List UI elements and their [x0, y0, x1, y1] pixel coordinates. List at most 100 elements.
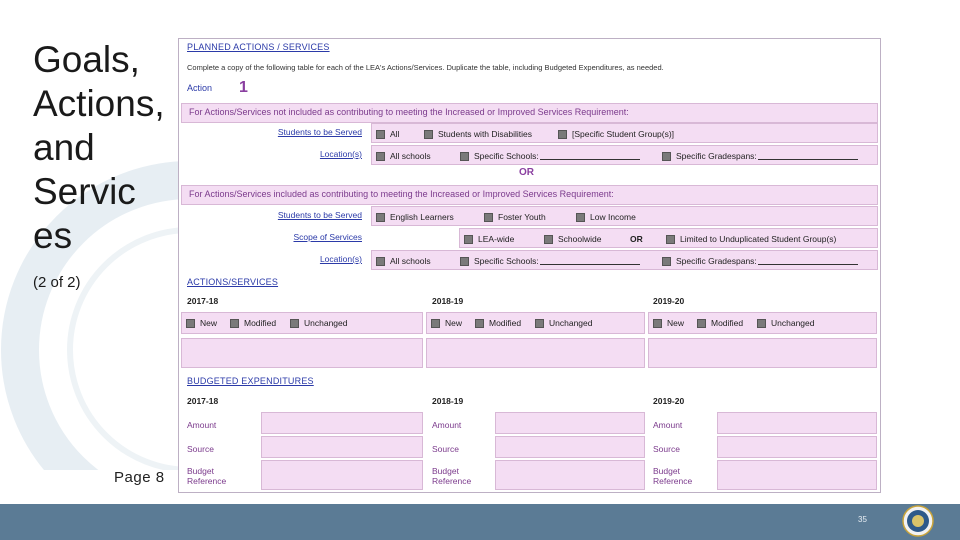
option-english-learners[interactable]: English Learners: [376, 212, 454, 222]
contributing-band: For Actions/Services included as contrib…: [181, 185, 878, 205]
specific-gradespans-blank[interactable]: [757, 152, 858, 160]
students-label: Students to be Served: [277, 210, 362, 220]
checkbox[interactable]: [662, 151, 671, 161]
contrib-students-cells: English Learners Foster Youth Low Income: [371, 206, 878, 226]
action-number: 1: [239, 79, 248, 96]
checkbox[interactable]: [460, 151, 469, 161]
non-contributing-text: For Actions/Services not included as con…: [189, 107, 629, 117]
budget-reference-label: Budget Reference: [432, 466, 472, 486]
checkbox[interactable]: [431, 318, 440, 328]
source-label: Source: [187, 444, 214, 454]
or-divider: OR: [519, 167, 534, 178]
checkbox[interactable]: [290, 318, 299, 328]
checkbox[interactable]: [376, 129, 385, 139]
option-students-with-disabilities[interactable]: Students with Disabilities: [424, 129, 532, 139]
year-3-status: New Modified Unchanged: [648, 312, 877, 334]
checkbox[interactable]: [576, 212, 585, 222]
option-specific-schools[interactable]: Specific Schools:: [460, 256, 640, 266]
option-lea-wide[interactable]: LEA-wide: [464, 234, 514, 244]
year-3-budget-reference[interactable]: [717, 460, 877, 490]
page-reference: Page 8: [114, 469, 165, 486]
status-unchanged[interactable]: Unchanged: [290, 318, 347, 328]
option-specific-schools[interactable]: Specific Schools:: [460, 151, 640, 161]
year-1-amount[interactable]: [261, 412, 423, 434]
location-cells: All schools Specific Schools: Specific G…: [371, 145, 878, 165]
status-new[interactable]: New: [653, 318, 684, 328]
option-all[interactable]: All: [376, 129, 399, 139]
amount-label: Amount: [432, 420, 462, 430]
contrib-students-row: Students to be Served English Learners F…: [181, 206, 878, 226]
checkbox[interactable]: [424, 129, 433, 139]
budgeted-expenditures-title: BUDGETED EXPENDITURES: [187, 376, 314, 386]
checkbox[interactable]: [475, 318, 484, 328]
year-2-header: 2018-19: [432, 296, 464, 306]
status-new[interactable]: New: [431, 318, 462, 328]
status-unchanged[interactable]: Unchanged: [535, 318, 592, 328]
option-all-schools[interactable]: All schools: [376, 151, 431, 161]
status-new[interactable]: New: [186, 318, 217, 328]
checkbox[interactable]: [460, 256, 469, 266]
scope-label: Scope of Services: [293, 232, 362, 242]
checkbox[interactable]: [464, 234, 473, 244]
slide-title: Goals, Actions, and Servic es: [33, 39, 165, 256]
year-3-source[interactable]: [717, 436, 877, 458]
year-2-status: New Modified Unchanged: [426, 312, 645, 334]
checkbox[interactable]: [666, 234, 675, 244]
option-foster-youth[interactable]: Foster Youth: [484, 212, 546, 222]
scope-or: OR: [630, 234, 643, 244]
option-all-schools[interactable]: All schools: [376, 256, 431, 266]
form-instruction: Complete a copy of the following table f…: [187, 63, 664, 72]
checkbox[interactable]: [653, 318, 662, 328]
option-specific-student-groups[interactable]: [Specific Student Group(s)]: [558, 129, 674, 139]
contributing-text: For Actions/Services included as contrib…: [189, 189, 614, 199]
checkbox[interactable]: [535, 318, 544, 328]
checkbox[interactable]: [757, 318, 766, 328]
year-2-amount[interactable]: [495, 412, 645, 434]
location-label: Location(s): [319, 149, 362, 159]
specific-schools-blank[interactable]: [539, 257, 640, 265]
checkbox[interactable]: [544, 234, 553, 244]
option-specific-gradespans[interactable]: Specific Gradespans:: [662, 151, 858, 161]
year-2-budget-reference[interactable]: [495, 460, 645, 490]
option-schoolwide[interactable]: Schoolwide: [544, 234, 601, 244]
option-low-income[interactable]: Low Income: [576, 212, 636, 222]
status-modified[interactable]: Modified: [230, 318, 276, 328]
checkbox[interactable]: [376, 212, 385, 222]
planned-actions-title: PLANNED ACTIONS / SERVICES: [187, 42, 330, 52]
scope-cells: LEA-wide Schoolwide OR Limited to Undupl…: [459, 228, 878, 248]
checkbox[interactable]: [484, 212, 493, 222]
contrib-location-cells: All schools Specific Schools: Specific G…: [371, 250, 878, 270]
students-row: Students to be Served All Students with …: [181, 123, 878, 143]
checkbox[interactable]: [558, 129, 567, 139]
budget-year-1-header: 2017-18: [187, 396, 219, 406]
checkbox[interactable]: [186, 318, 195, 328]
option-specific-gradespans[interactable]: Specific Gradespans:: [662, 256, 858, 266]
budget-year-2-header: 2018-19: [432, 396, 464, 406]
checkbox[interactable]: [376, 256, 385, 266]
year-3-description[interactable]: [648, 338, 877, 368]
budget-reference-label: Budget Reference: [653, 466, 693, 486]
checkbox[interactable]: [697, 318, 706, 328]
lcap-form-screenshot: PLANNED ACTIONS / SERVICES Complete a co…: [178, 38, 881, 493]
contrib-location-row: Location(s) All schools Specific Schools…: [181, 250, 878, 270]
year-1-description[interactable]: [181, 338, 423, 368]
year-1-budget-reference[interactable]: [261, 460, 423, 490]
status-unchanged[interactable]: Unchanged: [757, 318, 814, 328]
source-label: Source: [432, 444, 459, 454]
status-modified[interactable]: Modified: [697, 318, 743, 328]
specific-gradespans-blank[interactable]: [757, 257, 858, 265]
checkbox[interactable]: [230, 318, 239, 328]
seal-icon: [902, 505, 934, 537]
specific-schools-blank[interactable]: [539, 152, 640, 160]
checkbox[interactable]: [662, 256, 671, 266]
checkbox[interactable]: [376, 151, 385, 161]
option-limited-unduplicated[interactable]: Limited to Unduplicated Student Group(s): [666, 234, 836, 244]
year-1-source[interactable]: [261, 436, 423, 458]
year-2-description[interactable]: [426, 338, 645, 368]
year-3-amount[interactable]: [717, 412, 877, 434]
year-2-source[interactable]: [495, 436, 645, 458]
actions-services-title: ACTIONS/SERVICES: [187, 277, 279, 287]
status-modified[interactable]: Modified: [475, 318, 521, 328]
slide-number: 35: [858, 515, 867, 524]
students-label: Students to be Served: [277, 127, 362, 137]
